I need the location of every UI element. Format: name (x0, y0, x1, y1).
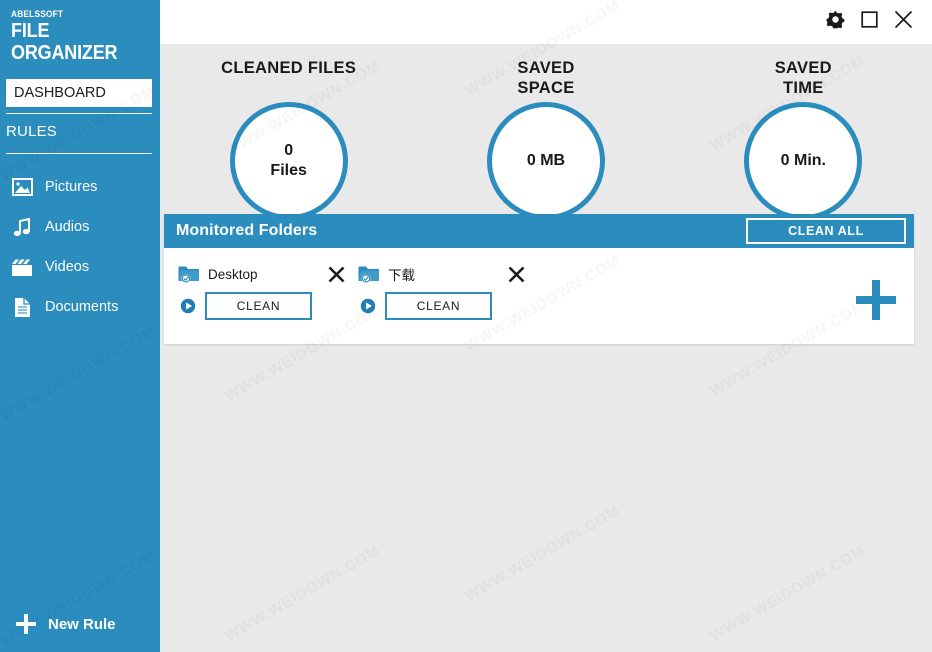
new-rule-button[interactable]: New Rule (0, 596, 160, 652)
folder-item: Desktop CLEAN (178, 262, 358, 320)
sidebar-rule-list: Pictures Audios Videos Documents (0, 167, 160, 327)
sidebar-item-label: Pictures (45, 179, 98, 195)
monitored-folders-panel: Monitored Folders CLEAN ALL Desktop CLEA… (164, 214, 914, 344)
sidebar-item-documents[interactable]: Documents (0, 287, 160, 327)
gear-icon (825, 10, 845, 34)
folder-action-row: CLEAN (358, 292, 538, 320)
folder-remove-button[interactable] (506, 264, 526, 284)
sidebar-item-label: Documents (45, 299, 119, 315)
folder-header-row: 下载 (358, 262, 538, 286)
stat-value: 0 (284, 142, 294, 159)
app-window: ABELSSOFT FILE ORGANIZER DASHBOARD RULES… (0, 0, 932, 652)
play-circle-icon[interactable] (180, 298, 196, 314)
stat-title-line2: SPACE (517, 79, 575, 97)
sidebar-item-videos[interactable]: Videos (0, 247, 160, 287)
stat-title: SAVED SPACE (517, 58, 574, 98)
sidebar-divider-top (6, 113, 152, 114)
add-folder-button[interactable] (856, 280, 896, 320)
logo-product-name: FILE ORGANIZER (11, 20, 118, 64)
clean-all-button[interactable]: CLEAN ALL (746, 218, 906, 244)
folder-item: 下载 CLEAN (358, 262, 538, 320)
sidebar-item-pictures[interactable]: Pictures (0, 167, 160, 207)
folder-name: 下载 (388, 268, 415, 283)
sidebar-divider-rules (6, 153, 152, 154)
stat-title: SAVED TIME (775, 58, 832, 98)
sidebar-item-label: Videos (45, 259, 90, 275)
stat-saved-time: SAVED TIME 0 Min. (675, 58, 932, 220)
monitored-folders-body: Desktop CLEAN 下载 CLEAN (164, 248, 914, 344)
title-bar (160, 0, 932, 44)
picture-icon (10, 176, 34, 198)
close-x-icon (508, 266, 524, 282)
stat-value: 0 MB (526, 152, 566, 169)
new-rule-label: New Rule (48, 615, 116, 633)
monitored-folders-header: Monitored Folders CLEAN ALL (164, 214, 914, 248)
stat-title: CLEANED FILES (221, 59, 357, 77)
folder-header-row: Desktop (178, 262, 358, 286)
sidebar-item-dashboard[interactable]: DASHBOARD (6, 79, 152, 107)
panel-title: Monitored Folders (176, 222, 318, 239)
clapperboard-icon (10, 256, 34, 278)
stat-title-line1: SAVED (517, 59, 575, 77)
settings-button[interactable] (818, 5, 852, 39)
clean-folder-button[interactable]: CLEAN (205, 292, 312, 320)
folder-checked-icon (358, 264, 380, 284)
folder-remove-button[interactable] (326, 264, 346, 284)
close-x-icon (894, 10, 913, 34)
maximize-button[interactable] (852, 5, 886, 39)
close-button[interactable] (886, 5, 920, 39)
stat-cleaned-files: CLEANED FILES 0 Files (160, 58, 417, 220)
music-note-icon (10, 216, 34, 238)
stat-circle: 0 Min. (744, 102, 863, 220)
stats-row: CLEANED FILES 0 Files SAVED SPACE 0 MB S… (160, 44, 932, 220)
sidebar: ABELSSOFT FILE ORGANIZER DASHBOARD RULES… (0, 0, 160, 652)
stat-title-line1: SAVED (774, 59, 832, 77)
stat-saved-space: SAVED SPACE 0 MB (417, 58, 674, 220)
app-logo: ABELSSOFT FILE ORGANIZER (0, 0, 160, 64)
maximize-square-icon (860, 11, 878, 33)
clean-folder-button[interactable]: CLEAN (385, 292, 492, 320)
document-icon (10, 296, 34, 318)
stat-unit: Files (270, 162, 307, 179)
sidebar-item-label: Audios (45, 219, 90, 235)
folder-name: Desktop (208, 266, 258, 282)
stat-value: 0 Min. (780, 152, 826, 169)
folder-action-row: CLEAN (178, 292, 358, 320)
play-circle-icon[interactable] (360, 298, 376, 314)
logo-company-name: ABELSSOFT (11, 9, 64, 20)
stat-circle: 0 MB (486, 102, 605, 220)
plus-icon (16, 614, 36, 634)
stat-circle: 0 Files (229, 102, 348, 220)
sidebar-section-rules: RULES (6, 123, 58, 140)
close-x-icon (328, 266, 344, 282)
main-content: CLEANED FILES 0 Files SAVED SPACE 0 MB S… (160, 0, 932, 652)
folder-checked-icon (178, 264, 200, 284)
stat-title-line2: TIME (783, 79, 824, 97)
sidebar-item-audios[interactable]: Audios (0, 207, 160, 247)
